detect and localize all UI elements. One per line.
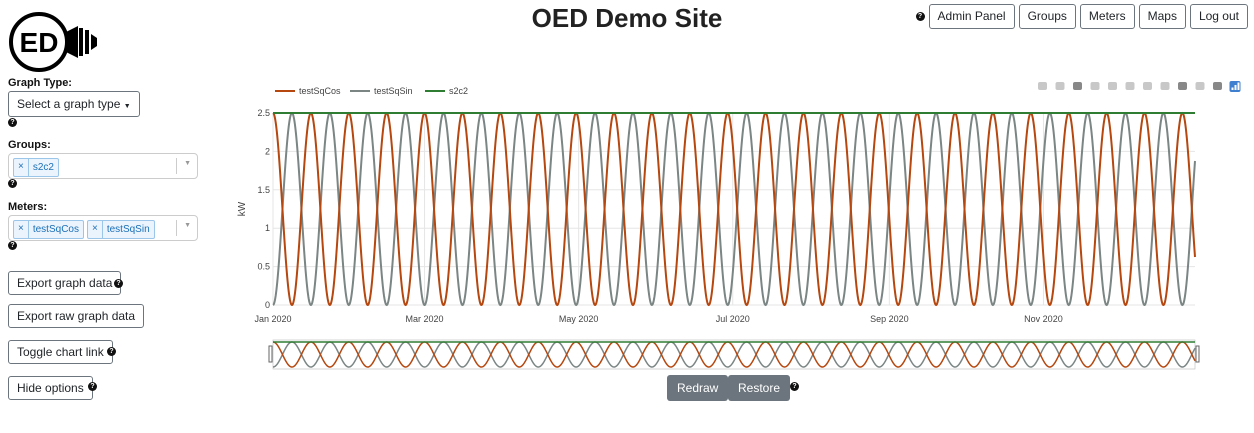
help-icon[interactable]: ? bbox=[88, 382, 97, 391]
help-icon[interactable]: ? bbox=[8, 241, 17, 250]
spike-lines-icon[interactable] bbox=[1178, 82, 1187, 90]
help-icon[interactable]: ? bbox=[915, 12, 925, 21]
meters-label: Meters: bbox=[8, 201, 48, 213]
autoscale-icon[interactable] bbox=[1143, 82, 1152, 90]
x-tick-label: Jan 2020 bbox=[254, 314, 291, 324]
help-icon[interactable]: ? bbox=[8, 118, 17, 127]
range-handle-left[interactable] bbox=[268, 345, 273, 363]
zoom-out-icon[interactable] bbox=[1125, 82, 1135, 90]
hover-closest-icon[interactable] bbox=[1195, 82, 1205, 90]
camera-icon[interactable] bbox=[1038, 82, 1047, 90]
graph-type-value: Select a graph type bbox=[17, 97, 121, 111]
y-tick-label: 0 bbox=[265, 300, 270, 310]
groups-button[interactable]: Groups bbox=[1018, 4, 1076, 29]
restore-button[interactable]: Restore bbox=[728, 375, 791, 401]
top-nav: ? Admin Panel Groups Meters Maps Log out bbox=[915, 4, 1248, 29]
y-tick-label: 2 bbox=[265, 146, 270, 156]
legend-label: testSqSin bbox=[374, 86, 413, 96]
y-tick-label: 0.5 bbox=[257, 262, 270, 272]
x-tick-label: May 2020 bbox=[559, 314, 599, 324]
help-icon[interactable]: ? bbox=[107, 347, 116, 356]
remove-icon[interactable]: × bbox=[14, 221, 29, 238]
plotly-logo-icon[interactable] bbox=[1229, 81, 1241, 92]
legend-label: s2c2 bbox=[449, 86, 468, 96]
y-tick-label: 1.5 bbox=[257, 185, 270, 195]
graph-type-label: Graph Type: bbox=[8, 77, 72, 89]
y-axis-label: kW bbox=[237, 201, 248, 216]
x-tick-label: Mar 2020 bbox=[406, 314, 444, 324]
reset-axes-icon[interactable] bbox=[1160, 82, 1170, 90]
range-handle-right[interactable] bbox=[1195, 345, 1200, 363]
toggle-chart-link-button[interactable]: Toggle chart link bbox=[8, 340, 113, 364]
log-out-button[interactable]: Log out bbox=[1189, 4, 1248, 29]
graph-type-dropdown[interactable]: Select a graph type ▼ bbox=[8, 91, 140, 117]
x-tick-label: Jul 2020 bbox=[716, 314, 750, 324]
zoom-in-icon[interactable] bbox=[1108, 82, 1117, 90]
caret-down-icon[interactable]: ▼ bbox=[184, 222, 191, 229]
caret-down-icon[interactable]: ▼ bbox=[184, 160, 191, 167]
y-tick-label: 2.5 bbox=[257, 108, 270, 118]
export-graph-data-button[interactable]: Export graph data bbox=[8, 271, 122, 295]
maps-button[interactable]: Maps bbox=[1138, 4, 1186, 29]
meter-tag-testsqcos[interactable]: × testSqCos bbox=[13, 220, 84, 239]
groups-select[interactable]: × s2c2 ▼ bbox=[8, 153, 198, 179]
legend-label: testSqCos bbox=[299, 86, 341, 96]
export-raw-graph-data-button[interactable]: Export raw graph data bbox=[8, 304, 145, 328]
hover-compare-icon[interactable] bbox=[1213, 82, 1222, 90]
admin-panel-button[interactable]: Admin Panel bbox=[928, 4, 1015, 29]
hide-options-button[interactable]: Hide options bbox=[8, 376, 93, 400]
help-icon[interactable]: ? bbox=[114, 279, 123, 288]
help-icon[interactable]: ? bbox=[8, 179, 17, 188]
help-icon[interactable]: ? bbox=[790, 382, 799, 391]
remove-icon[interactable]: × bbox=[14, 159, 29, 176]
remove-icon[interactable]: × bbox=[88, 221, 103, 238]
x-tick-label: Sep 2020 bbox=[870, 314, 909, 324]
range-slider bbox=[272, 339, 1196, 370]
meters-select[interactable]: × testSqCos × testSqSin ▼ bbox=[8, 215, 198, 241]
zoom-icon[interactable] bbox=[1073, 82, 1082, 90]
save-icon[interactable] bbox=[1055, 82, 1065, 90]
groups-label: Groups: bbox=[8, 139, 51, 151]
caret-down-icon: ▼ bbox=[123, 103, 131, 110]
meters-button[interactable]: Meters bbox=[1079, 4, 1135, 29]
redraw-button[interactable]: Redraw bbox=[667, 375, 729, 401]
x-tick-label: Nov 2020 bbox=[1024, 314, 1063, 324]
line-chart[interactable]: 0 0.5 1 1.5 2 2.5 Jan 2020 Mar 2020 May 2020 Jul … bbox=[230, 78, 1250, 370]
group-tag-s2c2[interactable]: × s2c2 bbox=[13, 158, 59, 177]
pan-icon[interactable] bbox=[1090, 82, 1100, 90]
meter-tag-testsqsin[interactable]: × testSqSin bbox=[86, 220, 155, 239]
y-tick-label: 1 bbox=[265, 223, 270, 233]
